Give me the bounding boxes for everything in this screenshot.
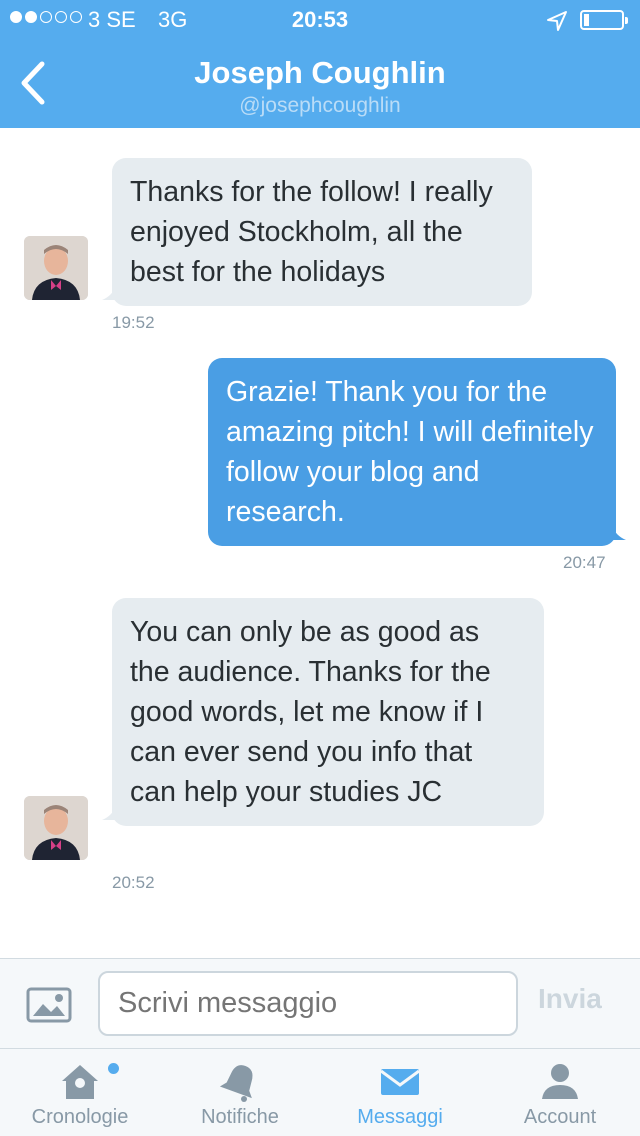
message-timestamp: 20:52 — [112, 873, 155, 892]
battery-icon — [580, 10, 628, 30]
tab-label: Account — [523, 1106, 597, 1128]
message-bubble-incoming[interactable]: Thanks for the follow! I really enjoyed … — [102, 158, 532, 306]
bubble-tail — [102, 806, 116, 820]
message-text: Grazie! Thank you for the amazing pitch!… — [226, 376, 594, 528]
tab-notifiche[interactable]: Notifiche — [160, 1049, 320, 1136]
tab-messaggi[interactable]: Messaggi — [320, 1049, 480, 1136]
home-icon — [62, 1065, 98, 1099]
tab-label: Notifiche — [201, 1106, 279, 1128]
bubble-tail — [102, 286, 116, 300]
tab-label: Messaggi — [357, 1106, 443, 1128]
avatar-image — [24, 236, 88, 300]
bubble-tail — [612, 526, 626, 540]
message-text: You can only be as good as the audience.… — [130, 616, 491, 808]
conversation-title[interactable]: Joseph Coughlin — [0, 55, 640, 91]
notification-dot — [108, 1063, 119, 1074]
status-bar: 3 SE 3G 20:53 — [0, 0, 640, 40]
conversation-handle: @josephcoughlin — [239, 94, 401, 117]
avatar[interactable] — [24, 236, 88, 300]
send-button[interactable]: Invia — [538, 983, 602, 1015]
bell-icon — [219, 1065, 253, 1102]
message-input[interactable] — [98, 971, 518, 1036]
message-timestamp: 19:52 — [112, 313, 155, 332]
message-text: Thanks for the follow! I really enjoyed … — [130, 176, 493, 288]
envelope-icon — [380, 1069, 420, 1095]
tab-account[interactable]: Account — [480, 1049, 640, 1136]
compose-bar: Invia — [0, 958, 640, 1048]
avatar-image — [24, 796, 88, 860]
message-bubble-outgoing[interactable]: Grazie! Thank you for the amazing pitch!… — [208, 358, 626, 546]
photo-icon[interactable] — [26, 987, 72, 1023]
message-timestamp: 20:47 — [563, 553, 606, 572]
tab-label: Cronologie — [31, 1106, 129, 1128]
nav-header: 3 SE 3G 20:53 Joseph Coughlin @josephcou… — [0, 0, 640, 128]
person-icon — [542, 1064, 578, 1099]
location-arrow-icon — [547, 11, 567, 31]
status-clock: 20:53 — [291, 7, 349, 32]
avatar[interactable] — [24, 796, 88, 860]
message-bubble-incoming[interactable]: You can only be as good as the audience.… — [102, 598, 544, 826]
tab-cronologie[interactable]: Cronologie — [0, 1049, 160, 1136]
tab-bar: Cronologie Notifiche Messaggi Account — [0, 1048, 640, 1136]
